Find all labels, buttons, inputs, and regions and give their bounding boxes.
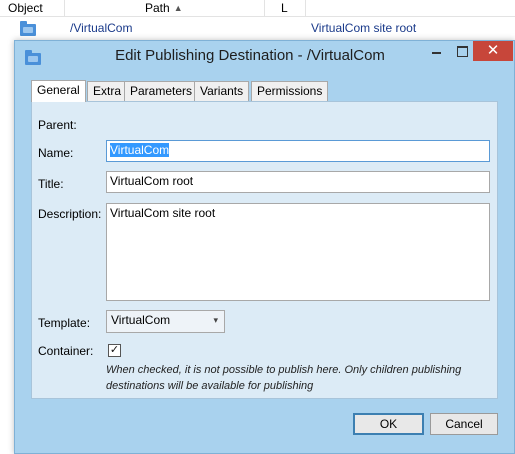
title-bar[interactable]: Edit Publishing Destination - /VirtualCo… xyxy=(15,41,514,73)
description-label: Description: xyxy=(38,207,102,221)
title-field[interactable]: VirtualCom root xyxy=(106,171,490,193)
container-hint: When checked, it is not possible to publ… xyxy=(106,364,462,392)
list-row[interactable]: /VirtualCom VirtualCom site root xyxy=(0,18,515,40)
tab-permissions[interactable]: Permissions xyxy=(251,81,329,101)
folder-icon xyxy=(20,21,36,36)
column-divider[interactable] xyxy=(305,0,306,17)
close-icon: ✕ xyxy=(486,42,500,59)
row-name: VirtualCom site root xyxy=(311,21,417,35)
column-header-object[interactable]: Object xyxy=(8,0,43,17)
checkmark-icon: ✓ xyxy=(109,344,120,356)
template-select[interactable]: VirtualCom ▾ xyxy=(106,310,225,333)
tab-general[interactable]: General xyxy=(31,80,86,102)
tab-extra[interactable]: Extra xyxy=(87,81,128,101)
column-header-l[interactable]: L xyxy=(281,0,288,17)
tab-parameters[interactable]: Parameters xyxy=(124,81,199,101)
description-field[interactable]: VirtualCom site root xyxy=(106,203,490,301)
dialog-title: Edit Publishing Destination - /VirtualCo… xyxy=(115,47,385,64)
parent-label: Parent: xyxy=(38,118,77,132)
title-label: Title: xyxy=(38,177,64,191)
maximize-button[interactable] xyxy=(449,41,475,61)
general-tab-panel: Parent: Name: VirtualCom Title: VirtualC… xyxy=(31,101,498,399)
row-path: /VirtualCom xyxy=(70,21,133,35)
chevron-down-icon: ▾ xyxy=(213,315,218,325)
cancel-button[interactable]: Cancel xyxy=(430,413,498,435)
column-header-path[interactable]: Path ▲ xyxy=(145,0,183,17)
column-divider[interactable] xyxy=(64,0,65,17)
name-field[interactable]: VirtualCom xyxy=(106,140,490,162)
edit-publishing-destination-dialog: Edit Publishing Destination - /VirtualCo… xyxy=(14,40,515,454)
close-button[interactable]: ✕ xyxy=(473,41,513,61)
tab-variants[interactable]: Variants xyxy=(194,81,250,101)
container-label: Container: xyxy=(38,344,94,358)
template-label: Template: xyxy=(38,316,91,330)
column-divider[interactable] xyxy=(264,0,265,17)
sort-ascending-icon: ▲ xyxy=(173,3,183,13)
minimize-button[interactable] xyxy=(423,41,449,61)
ok-button[interactable]: OK xyxy=(353,413,424,435)
container-checkbox[interactable]: ✓ xyxy=(108,344,121,357)
list-header: Object Path ▲ L xyxy=(0,0,515,17)
name-label: Name: xyxy=(38,146,74,160)
